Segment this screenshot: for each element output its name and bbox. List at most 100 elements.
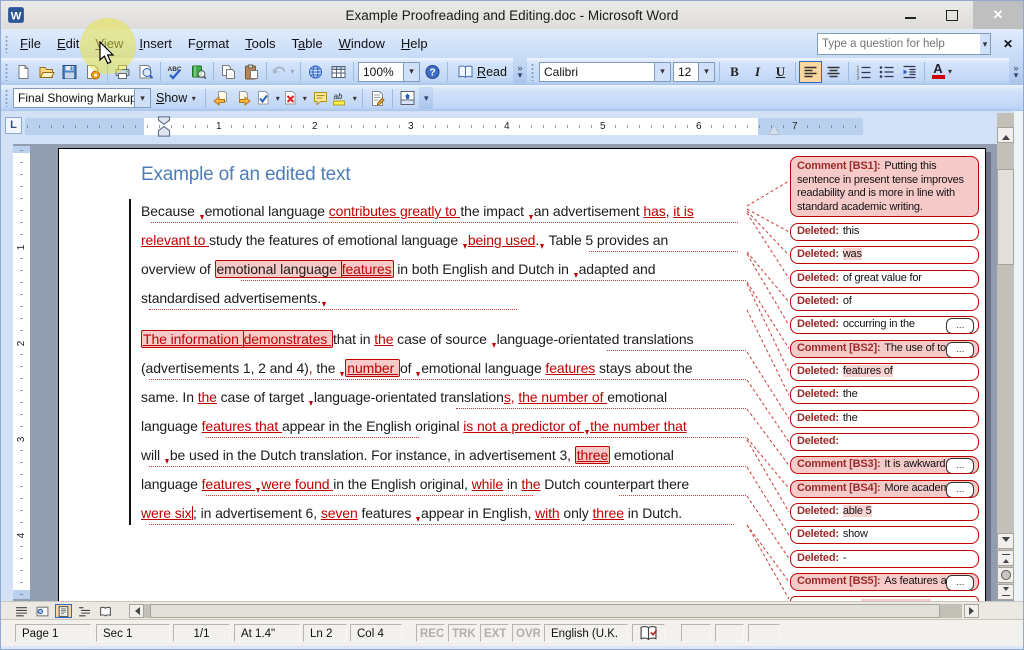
horizontal-scrollbar-thumb[interactable] [150, 604, 940, 618]
scroll-up-button[interactable] [997, 127, 1014, 143]
chevron-down-icon[interactable]: ▾ [946, 67, 955, 76]
toolbar-options-button[interactable]: ▾ [419, 87, 433, 109]
balloon-more-button[interactable]: … [946, 342, 974, 358]
comment-balloon[interactable]: Comment [BS1]:Putting this sentence in p… [790, 156, 979, 217]
minimize-button[interactable] [889, 1, 931, 29]
toolbar-grip[interactable] [5, 35, 8, 53]
horizontal-ruler[interactable]: 1234567 [25, 118, 863, 135]
deleted-balloon[interactable]: Deleted:the [790, 410, 979, 428]
toolbar-options-button[interactable]: »▾ [513, 58, 527, 85]
undo-button[interactable]: ▾ [270, 61, 297, 83]
previous-page-button[interactable] [997, 550, 1014, 566]
select-browse-object-button[interactable] [997, 567, 1014, 583]
scroll-left-button[interactable] [129, 604, 144, 618]
vertical-ruler[interactable]: 1234 [13, 146, 30, 599]
scroll-right-button[interactable] [964, 604, 979, 618]
italic-button[interactable]: I [746, 61, 769, 83]
deleted-balloon[interactable]: Deleted:was [790, 246, 979, 264]
vertical-scrollbar-thumb[interactable] [997, 169, 1014, 265]
help-search-input[interactable] [818, 38, 980, 50]
comment-balloon[interactable]: Comment [BS5]:As features are… [790, 573, 979, 591]
web-layout-view-button[interactable] [34, 604, 51, 618]
zoom-select[interactable]: 100%▾ [358, 62, 420, 82]
status-toggle-ext[interactable]: EXT [480, 624, 509, 642]
insert-hyperlink-button[interactable] [304, 61, 327, 83]
horizontal-scrollbar[interactable] [144, 604, 962, 618]
read-button[interactable]: Read [451, 61, 513, 83]
balloon-more-button[interactable]: … [946, 575, 974, 591]
paste-button[interactable] [240, 61, 263, 83]
indent-marker[interactable] [157, 116, 171, 142]
help-search-box[interactable]: ▾ [817, 33, 991, 55]
menu-table[interactable]: Table [284, 32, 331, 55]
toolbar-options-button[interactable]: »▾ [1009, 58, 1023, 85]
menu-tools[interactable]: Tools [237, 32, 283, 55]
spelling-status-icon[interactable] [632, 624, 665, 642]
next-page-button[interactable] [997, 584, 1014, 600]
chevron-down-icon[interactable]: ▾ [654, 63, 670, 81]
tab-stop-selector[interactable]: L [5, 117, 22, 134]
toolbar-grip[interactable] [531, 63, 534, 81]
deleted-balloon[interactable]: Deleted: [790, 433, 979, 451]
open-button[interactable] [35, 61, 58, 83]
deleted-balloon[interactable]: Deleted:this [790, 223, 979, 241]
increase-indent-button[interactable] [898, 61, 921, 83]
balloon-more-button[interactable]: … [946, 458, 974, 474]
copy-button[interactable] [217, 61, 240, 83]
maximize-button[interactable] [931, 1, 973, 29]
chevron-down-icon[interactable]: ▾ [134, 89, 150, 107]
align-center-button[interactable] [822, 61, 845, 83]
font-name-select[interactable]: Calibri▾ [539, 62, 671, 82]
help-button[interactable]: ? [421, 61, 444, 83]
menu-view[interactable]: View [87, 32, 131, 55]
reviewing-pane-button[interactable] [396, 87, 419, 109]
accept-change-button[interactable]: ▾ [255, 87, 282, 109]
toolbar-grip[interactable] [5, 63, 8, 81]
menu-help[interactable]: Help [393, 32, 436, 55]
deleted-balloon[interactable]: Deleted:of great value for [790, 270, 979, 288]
research-button[interactable] [187, 61, 210, 83]
new-comment-button[interactable] [309, 87, 332, 109]
right-indent-marker[interactable] [769, 126, 779, 134]
close-document-icon[interactable]: ✕ [997, 37, 1019, 51]
markup-display-mode-select[interactable]: Final Showing Markup▾ [13, 88, 151, 108]
toolbar-grip[interactable] [5, 89, 8, 107]
vertical-scrollbar[interactable] [997, 113, 1014, 599]
new-document-button[interactable] [12, 61, 35, 83]
comment-balloon[interactable]: Comment [BS3]:It is awkward t… [790, 456, 979, 474]
insert-table-button[interactable] [327, 61, 350, 83]
chevron-down-icon[interactable]: ▾ [300, 94, 309, 103]
comment-balloon[interactable]: Comment [BS2]:The use of too… [790, 340, 979, 358]
chevron-down-icon[interactable]: ▾ [273, 94, 282, 103]
status-toggle-ovr[interactable]: OVR [512, 624, 541, 642]
deleted-balloon[interactable]: Deleted:occurring in the… [790, 316, 979, 334]
font-size-select[interactable]: 12▾ [673, 62, 715, 82]
deleted-balloon[interactable]: Deleted:- [790, 550, 979, 568]
reject-change-button[interactable]: ▾ [282, 87, 309, 109]
balloon-more-button[interactable]: … [946, 482, 974, 498]
comment-balloon[interactable]: Comment [BS4]:More academi… [790, 480, 979, 498]
menu-edit[interactable]: Edit [49, 32, 87, 55]
save-button[interactable] [58, 61, 81, 83]
chevron-down-icon[interactable]: ▾ [980, 34, 990, 54]
bold-button[interactable]: B [723, 61, 746, 83]
outline-view-button[interactable] [76, 604, 93, 618]
print-button[interactable] [111, 61, 134, 83]
show-menu-button[interactable]: Show▾ [152, 87, 202, 109]
align-left-button[interactable] [799, 61, 822, 83]
chevron-down-icon[interactable]: ▾ [350, 94, 359, 103]
close-button[interactable]: ✕ [973, 1, 1023, 29]
menu-file[interactable]: File [12, 32, 49, 55]
chevron-down-icon[interactable]: ▾ [698, 63, 714, 81]
print-layout-view-button[interactable] [55, 604, 72, 618]
bullets-button[interactable] [875, 61, 898, 83]
normal-view-button[interactable] [13, 604, 30, 618]
deleted-balloon[interactable]: Deleted:features of [790, 363, 979, 381]
permission-button[interactable] [81, 61, 104, 83]
reading-layout-view-button[interactable] [97, 604, 114, 618]
numbering-button[interactable]: 123 [852, 61, 875, 83]
underline-button[interactable]: U [769, 61, 792, 83]
chevron-down-icon[interactable]: ▾ [189, 94, 198, 103]
deleted-balloon[interactable]: Deleted:the [790, 386, 979, 404]
font-color-button[interactable]: A▾ [928, 61, 958, 83]
